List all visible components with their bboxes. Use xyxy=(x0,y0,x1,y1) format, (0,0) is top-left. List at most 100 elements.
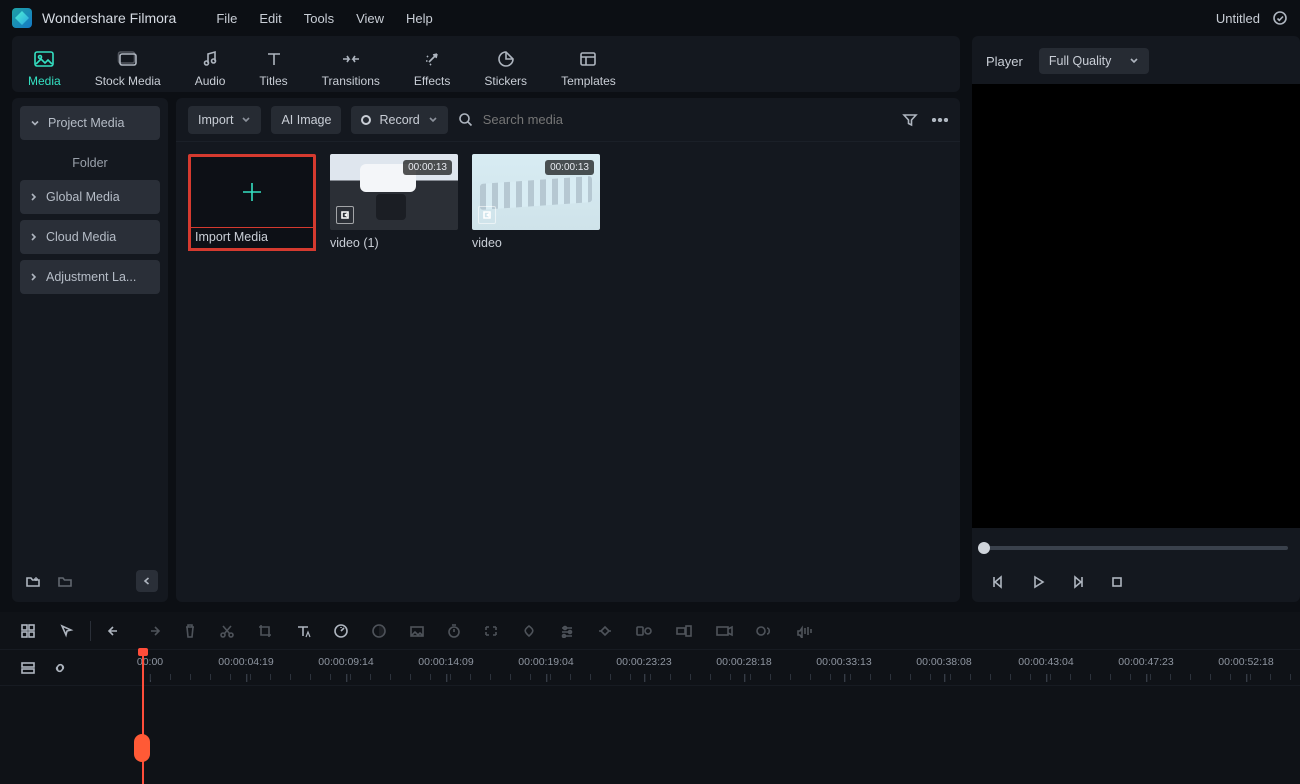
audio-mix-icon[interactable] xyxy=(795,624,813,638)
import-dropdown[interactable]: Import xyxy=(188,106,261,134)
nav-audio[interactable]: Audio xyxy=(195,48,226,88)
sidebar-adjustment-layer[interactable]: Adjustment La... xyxy=(20,260,160,294)
collapse-sidebar-icon[interactable] xyxy=(136,570,158,592)
transitions-icon xyxy=(340,48,362,70)
redo-icon[interactable] xyxy=(145,624,161,638)
player-panel: Player Full Quality xyxy=(972,36,1300,602)
link-icon[interactable] xyxy=(52,660,68,676)
search-input[interactable] xyxy=(481,111,892,128)
filter-icon[interactable] xyxy=(902,112,918,128)
ai-image-button[interactable]: AI Image xyxy=(271,106,341,134)
chevron-down-icon xyxy=(428,116,438,124)
split-icon[interactable] xyxy=(219,623,235,639)
play-icon[interactable] xyxy=(1030,574,1046,590)
nav-stickers[interactable]: Stickers xyxy=(484,48,527,88)
menu-file[interactable]: File xyxy=(216,11,237,26)
sidebar-cloud-label: Cloud Media xyxy=(46,230,116,244)
nav-media-label: Media xyxy=(28,74,61,88)
sidebar-adjust-label: Adjustment La... xyxy=(46,270,136,284)
new-folder-icon[interactable] xyxy=(22,570,44,592)
prev-frame-icon[interactable] xyxy=(990,574,1006,590)
folder-icon[interactable] xyxy=(54,570,76,592)
ruler-tick: 00:00:23:23 xyxy=(616,656,671,668)
nav-stock-label: Stock Media xyxy=(95,74,161,88)
stickers-icon xyxy=(496,48,516,70)
player-viewport[interactable] xyxy=(972,84,1300,528)
main-menu: File Edit Tools View Help xyxy=(216,11,432,26)
greenscreen-icon[interactable] xyxy=(409,624,425,638)
nav-stock-media[interactable]: Stock Media xyxy=(95,48,161,88)
chevron-right-icon xyxy=(30,192,38,202)
effects-icon xyxy=(422,48,442,70)
menu-tools[interactable]: Tools xyxy=(304,11,334,26)
delete-icon[interactable] xyxy=(183,623,197,639)
clip-duration: 00:00:13 xyxy=(545,160,594,175)
tool-c-icon[interactable] xyxy=(715,624,733,638)
tool-b-icon[interactable] xyxy=(675,624,693,638)
nav-transitions[interactable]: Transitions xyxy=(322,48,380,88)
titlebar: Wondershare Filmora File Edit Tools View… xyxy=(0,0,1300,36)
media-icon xyxy=(33,48,55,70)
nav-titles[interactable]: Titles xyxy=(259,48,287,88)
more-icon[interactable] xyxy=(932,118,948,122)
media-clip-video[interactable]: 00:00:13 video xyxy=(472,154,600,250)
record-dropdown[interactable]: Record xyxy=(351,106,447,134)
sidebar-global-label: Global Media xyxy=(46,190,120,204)
player-controls xyxy=(986,562,1286,602)
crop-icon[interactable] xyxy=(257,623,273,639)
color-icon[interactable] xyxy=(371,623,387,639)
clip-thumb: 00:00:13 xyxy=(472,154,600,230)
add-to-timeline-icon[interactable] xyxy=(336,206,354,224)
nav-effects-label: Effects xyxy=(414,74,450,88)
nav-templates[interactable]: Templates xyxy=(561,48,616,88)
speed-icon[interactable] xyxy=(333,623,349,639)
keyframe-icon[interactable] xyxy=(597,624,613,638)
ruler-tick: 00:00:14:09 xyxy=(418,656,473,668)
next-frame-icon[interactable] xyxy=(1070,574,1086,590)
chevron-down-icon xyxy=(30,118,40,128)
module-nav: Media Stock Media Audio Titles Transitio… xyxy=(12,36,960,92)
menu-edit[interactable]: Edit xyxy=(259,11,281,26)
import-media-card[interactable]: Import Media xyxy=(188,154,316,253)
plus-icon xyxy=(239,179,265,205)
chevron-right-icon xyxy=(30,232,38,242)
timeline-ruler[interactable]: 00:00 00:00:04:19 00:00:09:14 00:00:14:0… xyxy=(132,650,1300,686)
timeline-playhead[interactable] xyxy=(142,650,144,784)
ruler-tick: 00:00:19:04 xyxy=(518,656,573,668)
add-to-timeline-icon[interactable] xyxy=(478,206,496,224)
timeline-toolbar xyxy=(0,612,1300,650)
undo-icon[interactable] xyxy=(107,624,123,638)
text-icon[interactable] xyxy=(295,623,311,639)
player-scrubber[interactable] xyxy=(984,534,1288,562)
menu-help[interactable]: Help xyxy=(406,11,433,26)
chevron-down-icon xyxy=(1129,57,1139,65)
record-icon xyxy=(361,115,371,125)
menu-view[interactable]: View xyxy=(356,11,384,26)
app-title: Wondershare Filmora xyxy=(42,10,176,26)
clip-label: video xyxy=(472,236,600,250)
tool-d-icon[interactable] xyxy=(755,624,773,638)
sidebar-folder[interactable]: Folder xyxy=(20,146,160,180)
document-title: Untitled xyxy=(1216,11,1260,26)
quality-dropdown[interactable]: Full Quality xyxy=(1039,48,1149,74)
nav-media[interactable]: Media xyxy=(28,48,61,88)
fit-icon[interactable] xyxy=(483,624,499,638)
layout-icon[interactable] xyxy=(20,623,36,639)
media-clip-video-1[interactable]: 00:00:13 video (1) xyxy=(330,154,458,250)
media-content: Import AI Image Record Import Media xyxy=(176,98,960,602)
nav-effects[interactable]: Effects xyxy=(414,48,450,88)
timer-icon[interactable] xyxy=(447,623,461,639)
nav-titles-label: Titles xyxy=(259,74,287,88)
search-media[interactable] xyxy=(458,111,892,128)
stop-icon[interactable] xyxy=(1110,575,1124,589)
tool-a-icon[interactable] xyxy=(635,624,653,638)
sidebar-cloud-media[interactable]: Cloud Media xyxy=(20,220,160,254)
track-manager-icon[interactable] xyxy=(20,661,36,675)
sidebar-global-media[interactable]: Global Media xyxy=(20,180,160,214)
sidebar-project-media[interactable]: Project Media xyxy=(20,106,160,140)
nav-audio-label: Audio xyxy=(195,74,226,88)
adjust-icon[interactable] xyxy=(559,624,575,638)
mask-icon[interactable] xyxy=(521,623,537,639)
pointer-icon[interactable] xyxy=(58,623,74,639)
sidebar-folder-label: Folder xyxy=(72,156,107,170)
